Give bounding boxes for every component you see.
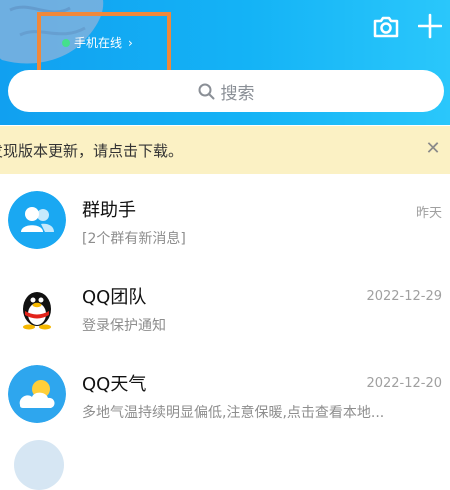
chat-item-qq-weather[interactable]: QQ天气 多地气温持续明显偏低,注意保暖,点击查看本地... 2022-12-2… bbox=[0, 350, 450, 437]
group-assistant-icon bbox=[8, 191, 66, 249]
chat-item-group-assistant[interactable]: 群助手 [2个群有新消息] 昨天 bbox=[0, 176, 450, 263]
search-placeholder: 搜索 bbox=[220, 83, 255, 104]
top-header: 手机在线 › 搜索 bbox=[0, 0, 450, 125]
chat-preview: 登录保护通知 bbox=[82, 318, 166, 334]
annotation-highlight-box bbox=[37, 12, 171, 78]
update-banner-text: 发现版本更新，请点击下载。 bbox=[0, 141, 184, 160]
search-bar[interactable]: 搜索 bbox=[8, 70, 444, 112]
chat-time: 昨天 bbox=[415, 206, 442, 221]
search-icon bbox=[198, 83, 214, 99]
plus-icon[interactable] bbox=[418, 13, 442, 39]
chat-time: 2022-12-29 bbox=[366, 289, 442, 304]
update-banner[interactable]: 发现版本更新，请点击下载。 ✕ bbox=[0, 126, 450, 174]
weather-icon bbox=[8, 365, 66, 423]
chat-preview: [2个群有新消息] bbox=[82, 231, 186, 247]
chat-list: 群助手 [2个群有新消息] 昨天 QQ团队 登录保护通知 2022-12-29 bbox=[0, 176, 450, 437]
camera-icon[interactable] bbox=[373, 15, 399, 39]
chat-time: 2022-12-20 bbox=[366, 376, 442, 391]
close-icon[interactable]: ✕ bbox=[424, 140, 442, 158]
chat-item-qq-team[interactable]: QQ团队 登录保护通知 2022-12-29 bbox=[0, 263, 450, 350]
chat-preview: 多地气温持续明显偏低,注意保暖,点击查看本地... bbox=[82, 405, 385, 421]
qq-penguin-icon bbox=[8, 278, 66, 336]
chat-title: 群助手 bbox=[82, 200, 136, 221]
chat-title: QQ天气 bbox=[82, 374, 147, 395]
chat-title: QQ团队 bbox=[82, 287, 147, 308]
